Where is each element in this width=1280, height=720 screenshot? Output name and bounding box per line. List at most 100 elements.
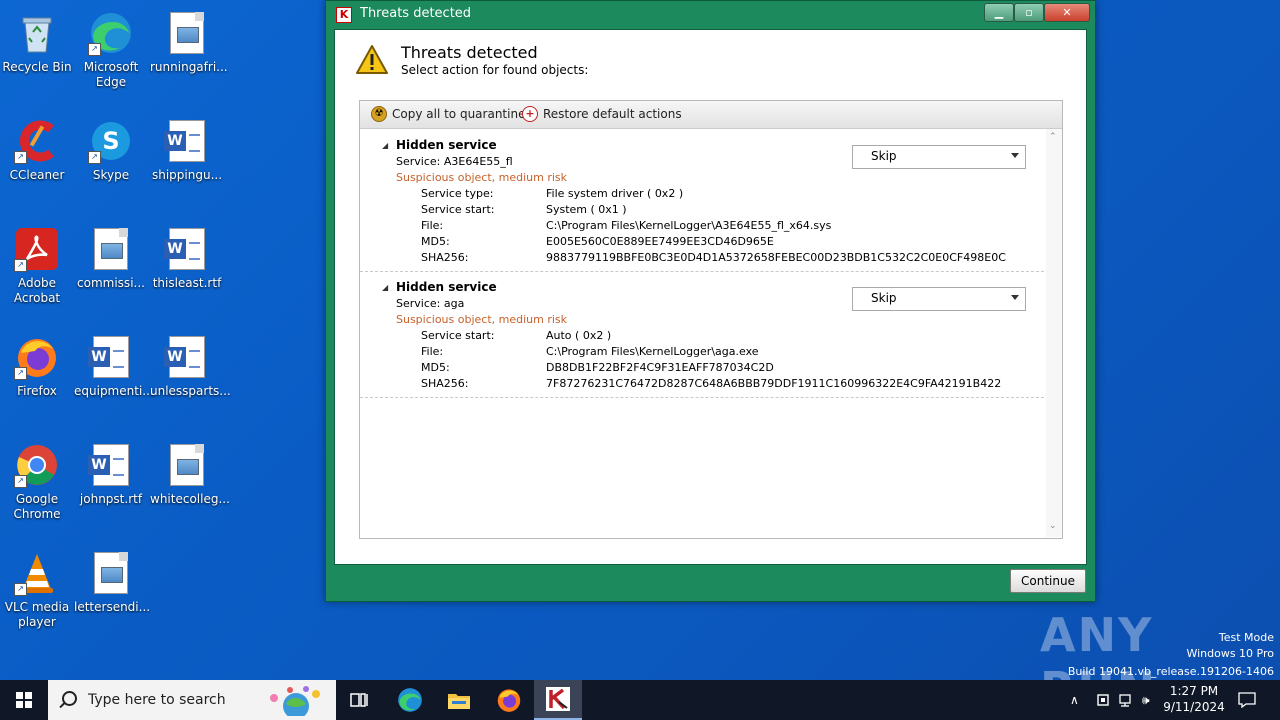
taskbar-clock[interactable]: 1:27 PM 9/11/2024 — [1158, 683, 1230, 715]
kaspersky-icon — [546, 687, 570, 711]
desktop-icon-acrobat[interactable]: ↗ Adobe Acrobat — [0, 220, 74, 306]
recycle-bin-icon — [14, 10, 60, 56]
shortcut-arrow-icon: ↗ — [14, 151, 27, 164]
detail-value: Auto ( 0x2 ) — [546, 329, 612, 342]
desktop-icon-recycle-bin[interactable]: Recycle Bin — [0, 4, 74, 75]
threat-risk: Suspicious object, medium risk — [396, 313, 568, 326]
warning-icon — [355, 44, 389, 76]
restore-default-actions-label: Restore default actions — [543, 107, 682, 121]
desktop-icon-edge[interactable]: ↗ Microsoft Edge — [74, 4, 148, 90]
window-title: Threats detected — [360, 6, 472, 21]
scroll-down-icon[interactable]: ⌄ — [1049, 521, 1057, 531]
detail-key: MD5: — [421, 235, 450, 248]
desktop-icon-label: Microsoft Edge — [83, 60, 139, 89]
threats-list: ◢ Hidden service Service: A3E64E55_fl Su… — [360, 129, 1046, 537]
shortcut-arrow-icon: ↗ — [88, 151, 101, 164]
detail-value: E005E560C0E889EE7499EE3CD46D965E — [546, 235, 774, 248]
detail-key: SHA256: — [421, 377, 469, 390]
desktop-icon-lettersendi[interactable]: lettersendi... — [74, 544, 150, 615]
desktop-icon-equipmenti[interactable]: W equipmenti... — [74, 328, 154, 399]
radiation-icon: ☢ — [371, 106, 387, 122]
build-label: Build 19041.vb_release.191206-1406 — [1067, 665, 1274, 678]
desktop-icon-label: CCleaner — [9, 168, 65, 182]
desktop-icon-commissi[interactable]: commissi... — [74, 220, 148, 291]
desktop-icon-label: Google Chrome — [13, 492, 61, 521]
desktop-icon-skype[interactable]: S ↗ Skype — [74, 112, 148, 183]
test-mode-label: Test Mode — [1218, 631, 1274, 644]
collapse-triangle-icon[interactable]: ◢ — [382, 141, 388, 150]
image-file-icon — [164, 442, 210, 488]
action-select[interactable]: Skip — [852, 145, 1026, 169]
start-button[interactable] — [0, 680, 48, 720]
shortcut-arrow-icon: ↗ — [14, 259, 27, 272]
maximize-button[interactable]: ▫ — [1014, 3, 1044, 22]
task-view-button[interactable] — [336, 680, 384, 720]
dialog-heading: Threats detected — [401, 43, 538, 62]
detail-key: File: — [421, 345, 444, 358]
acrobat-icon: ↗ — [14, 226, 60, 272]
action-select[interactable]: Skip — [852, 287, 1026, 311]
tray-device-icon[interactable] — [1096, 680, 1110, 720]
svg-text:S: S — [102, 127, 119, 155]
detail-key: MD5: — [421, 361, 450, 374]
taskbar-file-explorer[interactable] — [435, 680, 483, 720]
tray-chevron-up-icon[interactable]: ∧ — [1070, 680, 1079, 720]
desktop-icon-whitecolleg[interactable]: whitecolleg... — [150, 436, 230, 507]
image-file-icon — [88, 226, 134, 272]
desktop-icon-label: whitecolleg... — [150, 492, 230, 506]
detail-value: C:\Program Files\KernelLogger\aga.exe — [546, 345, 759, 358]
dialog-subheading: Select action for found objects: — [401, 63, 589, 77]
window-titlebar[interactable]: K Threats detected ▁ ▫ ✕ — [326, 1, 1095, 27]
desktop-icon-label: Firefox — [17, 384, 57, 398]
desktop-icon-unlessparts[interactable]: W unlessparts... — [150, 328, 231, 399]
threat-type: Hidden service — [396, 280, 497, 294]
detail-value: File system driver ( 0x2 ) — [546, 187, 684, 200]
action-select-value: Skip — [871, 149, 897, 163]
detail-key: Service start: — [421, 203, 495, 216]
list-scrollbar[interactable]: ⌃ ⌄ — [1046, 129, 1062, 537]
desktop-icon-label: Adobe Acrobat — [13, 276, 61, 305]
detail-value: 7F87276231C76472D8287C648A6BBB79DDF1911C… — [546, 377, 1002, 390]
chrome-icon: ↗ — [14, 442, 60, 488]
desktop-icon-label: thisleast.rtf — [152, 276, 222, 290]
folder-icon — [448, 694, 470, 709]
desktop-icon-ccleaner[interactable]: ↗ CCleaner — [0, 112, 74, 183]
close-button[interactable]: ✕ — [1044, 3, 1090, 22]
chevron-down-icon — [1011, 295, 1019, 300]
copy-all-to-quarantine-button[interactable]: ☢ Copy all to quarantine — [371, 106, 525, 122]
taskbar-edge[interactable] — [386, 680, 434, 720]
word-file-icon: W — [164, 226, 210, 272]
firefox-icon: ↗ — [14, 334, 60, 380]
desktop-icon-shippingu[interactable]: W shippingu... — [150, 112, 224, 183]
shortcut-arrow-icon: ↗ — [88, 43, 101, 56]
detail-value: C:\Program Files\KernelLogger\A3E64E55_f… — [546, 219, 832, 232]
desktop-icon-runningafri[interactable]: runningafri... — [150, 4, 228, 75]
scroll-up-icon[interactable]: ⌃ — [1049, 132, 1057, 142]
desktop-icon-firefox[interactable]: ↗ Firefox — [0, 328, 74, 399]
notification-icon[interactable] — [1238, 680, 1256, 720]
desktop-icon-label: runningafri... — [150, 60, 228, 74]
desktop-icon-johnpst[interactable]: W johnpst.rtf — [74, 436, 148, 507]
taskbar-search-box[interactable]: Type here to search — [48, 680, 336, 720]
detail-key: Service type: — [421, 187, 494, 200]
desktop-icon-label: unlessparts... — [150, 384, 231, 398]
minimize-button[interactable]: ▁ — [984, 3, 1014, 22]
desktop-icon-vlc[interactable]: ↗ VLC media player — [0, 544, 74, 630]
restore-default-actions-button[interactable]: + Restore default actions — [522, 106, 682, 122]
vlc-icon: ↗ — [14, 550, 60, 596]
desktop-icon-thisleast[interactable]: W thisleast.rtf — [150, 220, 224, 291]
edge-icon — [398, 688, 422, 712]
desktop-icon-label: VLC media player — [4, 600, 70, 629]
taskbar-firefox[interactable] — [485, 680, 533, 720]
volume-icon[interactable]: 🕪 — [1142, 680, 1150, 720]
continue-button[interactable]: Continue — [1010, 569, 1086, 593]
network-icon[interactable] — [1118, 680, 1134, 720]
desktop-icon-label: johnpst.rtf — [79, 492, 143, 506]
shortcut-arrow-icon: ↗ — [14, 367, 27, 380]
desktop-icon-chrome[interactable]: ↗ Google Chrome — [0, 436, 74, 522]
windows-edition-label: Windows 10 Pro — [1186, 647, 1274, 660]
taskbar-kaspersky[interactable] — [534, 680, 582, 720]
collapse-triangle-icon[interactable]: ◢ — [382, 283, 388, 292]
desktop-icon-label: equipmenti... — [74, 384, 154, 398]
detail-key: Service start: — [421, 329, 495, 342]
